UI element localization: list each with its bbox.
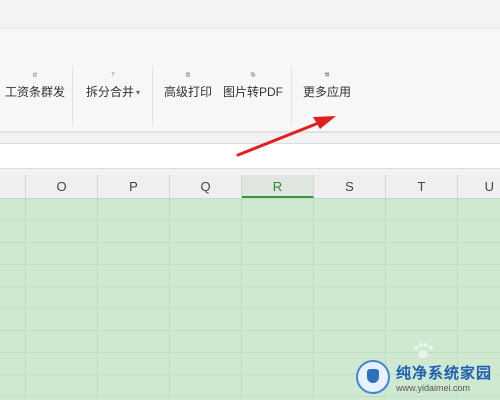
split-merge-label-wrap: 拆分合并 ▾ [86, 83, 140, 100]
image-to-pdf-icon [250, 72, 256, 77]
more-apps-button[interactable]: 更多应用 [298, 40, 356, 100]
payslip-send-icon [33, 72, 37, 77]
column-header-s[interactable]: S [314, 175, 386, 198]
payslip-send-button[interactable]: 工资条群发 [4, 40, 66, 100]
split-merge-button[interactable]: 拆分合并 ▾ [80, 40, 146, 100]
ribbon-gap [0, 133, 500, 143]
split-merge-icon [111, 72, 115, 77]
chevron-down-icon[interactable]: ▾ [136, 88, 140, 97]
payslip-send-label: 工资条群发 [4, 85, 65, 99]
watermark-url: www.yidaimei.com [396, 382, 471, 393]
formula-bar[interactable] [0, 143, 500, 169]
column-header-t[interactable]: T [386, 175, 458, 198]
title-bar [0, 0, 500, 29]
more-apps-icon [325, 72, 329, 77]
image-to-pdf-label: 图片转PDF [222, 85, 283, 99]
advanced-print-button[interactable]: 高级打印 [160, 40, 216, 100]
site-logo-icon [356, 360, 390, 394]
watermark-text: 纯净系统家园 www.yidaimei.com [396, 362, 492, 393]
site-watermark: 纯净系统家园 www.yidaimei.com [356, 358, 496, 396]
ribbon-separator [291, 66, 292, 126]
column-headers: O P Q R S T U [0, 175, 500, 199]
ribbon-separator [152, 66, 153, 126]
watermark-title: 纯净系统家园 [396, 364, 493, 382]
more-apps-label: 更多应用 [302, 85, 351, 99]
image-to-pdf-button[interactable]: 图片转PDF [220, 40, 286, 100]
column-header-q[interactable]: Q [170, 175, 242, 198]
ribbon-separator [72, 66, 73, 126]
column-header-partial[interactable] [0, 175, 26, 198]
split-merge-label: 拆分合并 [85, 85, 134, 99]
advanced-print-label: 高级打印 [163, 85, 212, 99]
column-header-o[interactable]: O [26, 175, 98, 198]
column-header-p[interactable]: P [98, 175, 170, 198]
column-header-u[interactable]: U [458, 175, 500, 198]
column-header-r[interactable]: R [242, 175, 314, 198]
printer-icon [185, 72, 191, 77]
